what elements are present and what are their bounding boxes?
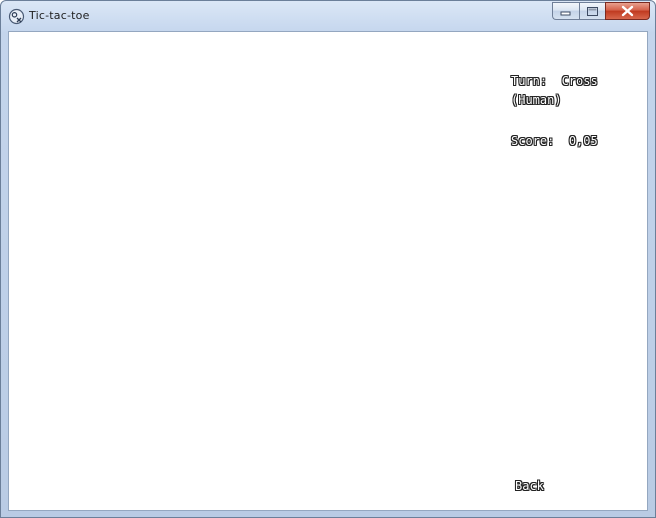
player-type: (Human): [511, 93, 562, 107]
turn-status: Turn: Cross (Human): [511, 72, 641, 110]
app-icon: [8, 8, 25, 25]
title-bar[interactable]: Tic-tac-toe: [1, 1, 655, 31]
back-button[interactable]: Back: [515, 477, 544, 496]
window-controls: [552, 2, 650, 22]
minimize-button[interactable]: [552, 2, 579, 20]
score-value: 0,05: [568, 134, 598, 148]
score-label: Score:: [511, 134, 555, 148]
close-button[interactable]: [605, 2, 650, 20]
turn-value: Cross: [561, 74, 598, 88]
maximize-icon: [587, 7, 598, 16]
minimize-icon: [560, 11, 571, 16]
close-icon: [621, 5, 634, 17]
turn-label: Turn:: [511, 74, 548, 88]
window-title: Tic-tac-toe: [29, 9, 90, 22]
maximize-button[interactable]: [579, 2, 605, 20]
score-display: Score: 0,05: [511, 132, 641, 151]
game-canvas[interactable]: Turn: Cross (Human) Score: 0,05 Back: [8, 31, 648, 511]
app-window: Tic-tac-toe Turn: Cross (Human) Score: 0…: [0, 0, 656, 518]
